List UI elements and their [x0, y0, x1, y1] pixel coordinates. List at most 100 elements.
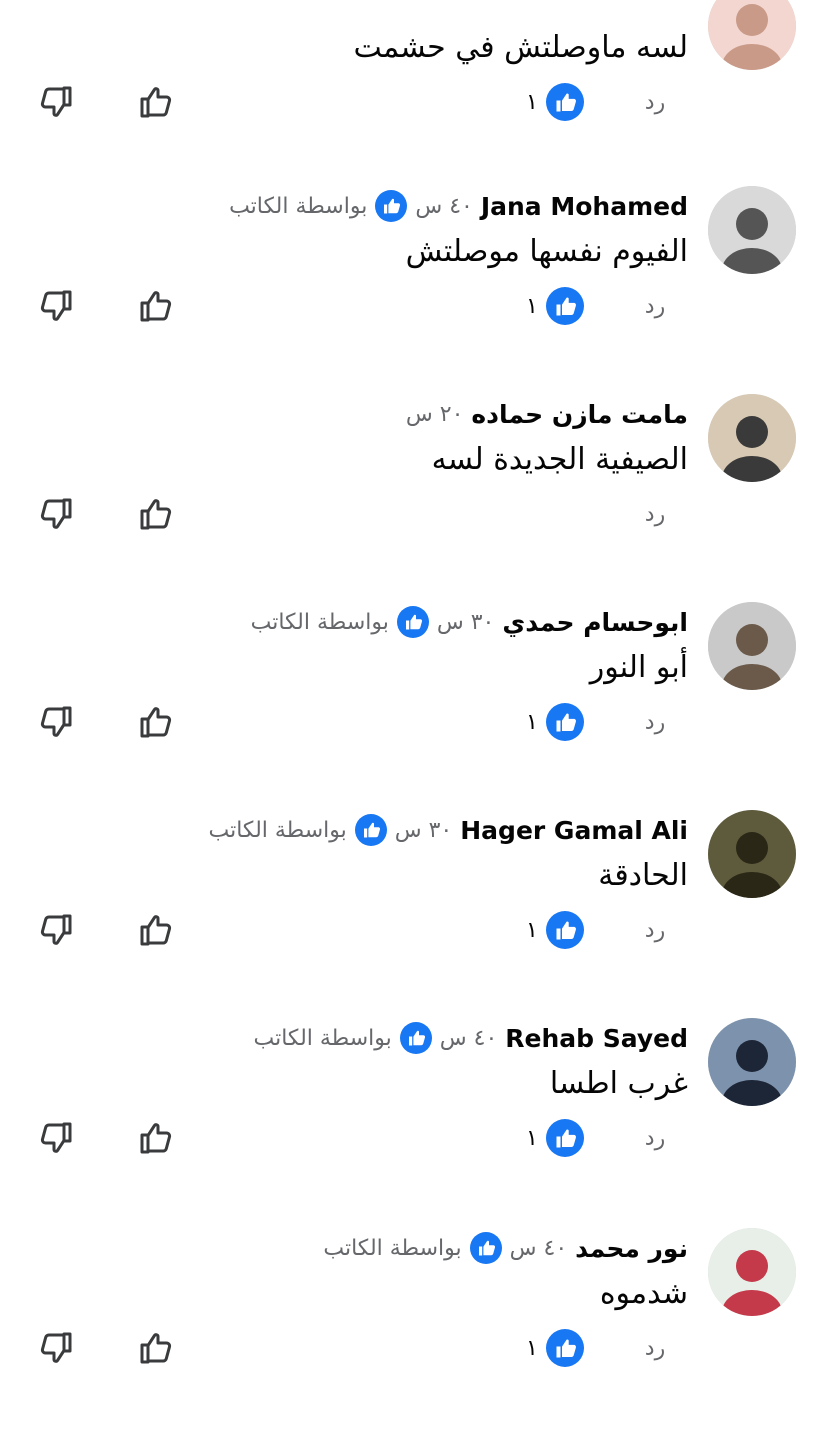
- avatar-image: [708, 1228, 796, 1316]
- comment-time: ٣٠ س: [436, 609, 495, 635]
- dislike-button[interactable]: [36, 910, 76, 950]
- avatar[interactable]: [708, 0, 796, 70]
- comment: لسه ماوصلتش في حشمت رد ١: [0, 0, 826, 190]
- thumb-down-icon: [40, 914, 72, 945]
- avatar-image: [708, 602, 796, 690]
- thumb-up-icon: [140, 1333, 172, 1364]
- avatar[interactable]: [708, 186, 796, 274]
- like-button[interactable]: [136, 910, 176, 950]
- author-name[interactable]: Rehab Sayed: [505, 1024, 688, 1053]
- thumb-down-icon: [40, 706, 72, 737]
- comment-text: أبو النور: [589, 650, 688, 685]
- avatar[interactable]: [708, 1018, 796, 1106]
- like-count-number: ١: [526, 1335, 538, 1361]
- like-reaction-icon: [545, 1329, 584, 1367]
- author-label: بواسطة الكاتب: [229, 193, 368, 219]
- like-count-number: ١: [526, 89, 538, 115]
- thumb-up-icon: [140, 499, 172, 530]
- reaction-count[interactable]: ١: [526, 703, 584, 741]
- comment: Rehab Sayed ٤٠ س بواسطة الكاتب غرب اطسا …: [0, 1018, 826, 1226]
- comment-time: ٣٠ س: [394, 817, 453, 843]
- like-button[interactable]: [136, 494, 176, 534]
- reply-button[interactable]: رد: [640, 88, 670, 118]
- thumb-up-icon: [140, 707, 172, 738]
- avatar[interactable]: [708, 1228, 796, 1316]
- like-button[interactable]: [136, 82, 176, 122]
- comment-header: مامت مازن حماده ٢٠ س: [406, 394, 688, 434]
- reaction-count[interactable]: ١: [526, 1329, 584, 1367]
- comment-header: Hager Gamal Ali ٣٠ س بواسطة الكاتب: [208, 810, 688, 850]
- comment: Jana Mohamed ٤٠ س بواسطة الكاتب الفيوم ن…: [0, 186, 826, 394]
- like-button[interactable]: [136, 1328, 176, 1368]
- thumb-down-icon: [40, 1332, 72, 1363]
- like-button[interactable]: [136, 702, 176, 742]
- author-label: بواسطة الكاتب: [208, 817, 347, 843]
- author-label: بواسطة الكاتب: [250, 609, 389, 635]
- author-name[interactable]: مامت مازن حماده: [471, 400, 688, 429]
- avatar[interactable]: [708, 602, 796, 690]
- reaction-count[interactable]: ١: [526, 287, 584, 325]
- like-button[interactable]: [136, 1118, 176, 1158]
- reaction-count[interactable]: ١: [526, 1119, 584, 1157]
- reply-button[interactable]: رد: [640, 500, 670, 530]
- dislike-button[interactable]: [36, 1328, 76, 1368]
- comment-time: ٤٠ س: [439, 1025, 498, 1051]
- avatar-image: [708, 394, 796, 482]
- comment-text: الفيوم نفسها موصلتش: [405, 234, 688, 269]
- author-badge-icon: [375, 190, 408, 222]
- reply-button[interactable]: رد: [640, 1124, 670, 1154]
- thumb-up-icon: [140, 1123, 172, 1154]
- avatar-image: [708, 1018, 796, 1106]
- author-name[interactable]: نور محمد: [575, 1234, 688, 1263]
- thumb-down-icon: [40, 1122, 72, 1153]
- comment: ابوحسام حمدي ٣٠ س بواسطة الكاتب أبو النو…: [0, 602, 826, 810]
- comment-time: ٤٠ س: [415, 193, 473, 219]
- author-badge-icon: [399, 1022, 432, 1054]
- avatar[interactable]: [708, 394, 796, 482]
- dislike-button[interactable]: [36, 1118, 76, 1158]
- like-count-number: ١: [526, 293, 538, 319]
- avatar-image: [708, 186, 796, 274]
- like-button[interactable]: [136, 286, 176, 326]
- dislike-button[interactable]: [36, 286, 76, 326]
- comment: مامت مازن حماده ٢٠ س الصيفية الجديدة لسه…: [0, 394, 826, 602]
- author-badge-icon: [469, 1232, 502, 1264]
- author-badge-icon: [396, 606, 429, 638]
- thumb-down-icon: [40, 498, 72, 529]
- author-name[interactable]: Hager Gamal Ali: [460, 816, 688, 845]
- comment-header: Jana Mohamed ٤٠ س بواسطة الكاتب: [229, 186, 688, 226]
- author-name[interactable]: Jana Mohamed: [481, 192, 688, 221]
- reaction-count[interactable]: ١: [526, 911, 584, 949]
- comment-text: الحادقة: [598, 858, 688, 893]
- comment-text: شدموه: [599, 1276, 688, 1311]
- comment-text: الصيفية الجديدة لسه: [431, 442, 688, 477]
- avatar[interactable]: [708, 810, 796, 898]
- like-count-number: ١: [526, 709, 538, 735]
- comment: Hager Gamal Ali ٣٠ س بواسطة الكاتب الحاد…: [0, 810, 826, 1018]
- dislike-button[interactable]: [36, 702, 76, 742]
- reaction-count[interactable]: ١: [526, 83, 584, 121]
- reply-button[interactable]: رد: [640, 916, 670, 946]
- comment-text: غرب اطسا: [549, 1066, 688, 1101]
- dislike-button[interactable]: [36, 82, 76, 122]
- thumb-down-icon: [40, 290, 72, 321]
- author-name[interactable]: ابوحسام حمدي: [502, 608, 688, 637]
- comment-text: لسه ماوصلتش في حشمت: [353, 30, 688, 65]
- comment-time: ٢٠ س: [405, 401, 464, 427]
- avatar-image: [708, 0, 796, 70]
- comment-header: نور محمد ٤٠ س بواسطة الكاتب: [323, 1228, 688, 1268]
- comment-header: Rehab Sayed ٤٠ س بواسطة الكاتب: [254, 1018, 688, 1058]
- like-reaction-icon: [545, 287, 584, 325]
- reply-button[interactable]: رد: [640, 292, 670, 322]
- thumb-down-icon: [40, 86, 72, 117]
- thumb-up-icon: [140, 87, 172, 118]
- reply-button[interactable]: رد: [640, 708, 670, 738]
- avatar-image: [708, 810, 796, 898]
- dislike-button[interactable]: [36, 494, 76, 534]
- comment: نور محمد ٤٠ س بواسطة الكاتب شدموه رد ١: [0, 1228, 826, 1436]
- thumb-up-icon: [140, 915, 172, 946]
- reply-button[interactable]: رد: [640, 1334, 670, 1364]
- like-reaction-icon: [545, 83, 584, 121]
- comment-header: ابوحسام حمدي ٣٠ س بواسطة الكاتب: [251, 602, 688, 642]
- comment-time: ٤٠ س: [509, 1235, 568, 1261]
